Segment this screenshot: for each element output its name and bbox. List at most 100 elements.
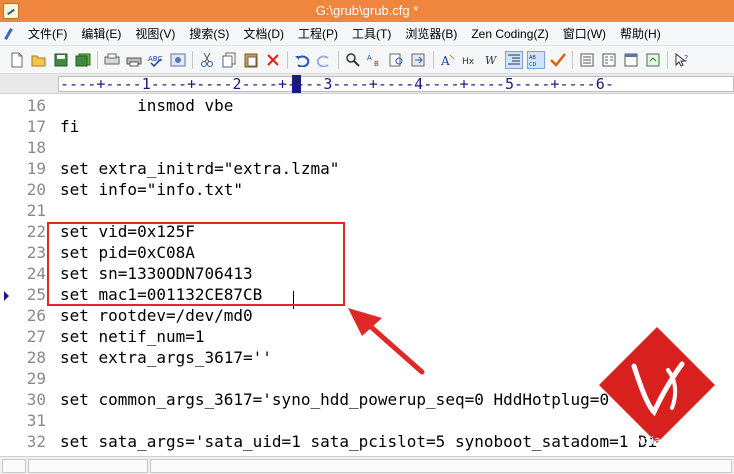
line-number: 19 — [26, 159, 46, 178]
toolbar-separator — [338, 50, 339, 69]
find-in-files-icon[interactable] — [388, 51, 406, 69]
menu-document[interactable]: 文档(D) — [237, 22, 292, 46]
copy-icon[interactable] — [220, 51, 238, 69]
line-number: 30 — [26, 390, 46, 409]
line-number: 18 — [26, 138, 46, 157]
menu-help[interactable]: 帮助(H) — [614, 22, 669, 46]
window-title: G:\grub\grub.cfg * — [315, 3, 419, 18]
print-preview-icon[interactable] — [103, 51, 121, 69]
code-line[interactable]: 16 insmod vbe — [0, 95, 734, 116]
hex-icon[interactable]: Hx — [461, 51, 479, 69]
line-number: 27 — [26, 327, 46, 346]
list-icon[interactable] — [600, 51, 618, 69]
svg-text:Hx: Hx — [462, 57, 475, 67]
ruler-scale: ----+----1----+----2----+----3----+----4… — [60, 75, 614, 93]
cut-icon[interactable] — [198, 51, 216, 69]
line-number: 26 — [26, 306, 46, 325]
ruler-cursor-marker — [292, 75, 301, 93]
line-text[interactable]: set sata_args='sata_uid=1 sata_pcislot=5… — [60, 431, 657, 452]
word-wrap-icon[interactable]: W — [483, 51, 501, 69]
menu-bar: 文件(F) 编辑(E) 视图(V) 搜索(S) 文档(D) 工程(P) 工具(T… — [0, 22, 734, 46]
spellcheck-icon[interactable]: ABC — [147, 51, 165, 69]
menu-search[interactable]: 搜索(S) — [183, 22, 237, 46]
line-number: 23 — [26, 243, 46, 262]
menu-edit[interactable]: 编辑(E) — [75, 22, 129, 46]
line-text[interactable]: set info="info.txt" — [60, 179, 243, 200]
line-text[interactable]: insmod vbe — [60, 95, 233, 116]
line-text[interactable]: set rootdev=/dev/md0 — [60, 305, 253, 326]
outline-icon[interactable] — [578, 51, 596, 69]
svg-text:A: A — [440, 54, 450, 67]
save-icon[interactable] — [52, 51, 70, 69]
print-icon[interactable] — [125, 51, 143, 69]
line-number: 17 — [26, 117, 46, 136]
menu-zen-coding[interactable]: Zen Coding(Z) — [465, 22, 556, 46]
title-bar: G:\grub\grub.cfg * — [0, 0, 734, 22]
line-number: 21 — [26, 201, 46, 220]
preview-icon[interactable] — [169, 51, 187, 69]
code-line[interactable]: 17 fi — [0, 116, 734, 137]
line-number: 22 — [26, 222, 46, 241]
code-line[interactable]: 21 — [0, 200, 734, 221]
annotation-arrow-icon — [348, 308, 425, 375]
line-text[interactable]: set extra_args_3617='' — [60, 347, 272, 368]
toolbar-separator — [433, 50, 434, 69]
menu-browser[interactable]: 浏览器(B) — [399, 22, 465, 46]
menu-project[interactable]: 工程(P) — [292, 22, 346, 46]
line-text[interactable]: set extra_initrd="extra.lzma" — [60, 158, 339, 179]
svg-text:B: B — [374, 60, 379, 67]
column-mode-icon[interactable]: AB CD — [527, 50, 545, 69]
watermark-text: vxia.net — [638, 434, 683, 447]
replace-icon[interactable]: AB — [366, 51, 384, 69]
line-text[interactable]: set netif_num=1 — [60, 326, 205, 347]
open-folder-icon[interactable] — [30, 51, 48, 69]
line-number: 24 — [26, 264, 46, 283]
line-number: 20 — [26, 180, 46, 199]
code-line[interactable]: 18 — [0, 137, 734, 158]
svg-text:AB: AB — [529, 55, 536, 61]
line-number: 29 — [26, 369, 46, 388]
line-number: 31 — [26, 411, 46, 430]
line-text[interactable]: set common_args_3617='syno_hdd_powerup_s… — [60, 389, 657, 410]
svg-text:W: W — [485, 54, 498, 67]
new-file-icon[interactable] — [8, 51, 26, 69]
go-to-icon[interactable] — [410, 51, 428, 69]
check-icon[interactable] — [549, 51, 567, 69]
paste-icon[interactable] — [242, 51, 260, 69]
toolbar: ABC AB A Hx W AB CD ? — [0, 46, 734, 74]
toolbar-separator — [287, 50, 288, 69]
redo-icon[interactable] — [315, 51, 333, 69]
font-icon[interactable]: A — [439, 51, 457, 69]
status-segment — [2, 459, 26, 473]
code-line[interactable]: 20 set info="info.txt" — [0, 179, 734, 200]
menu-file[interactable]: 文件(F) — [22, 22, 75, 46]
help-cursor-icon[interactable]: ? — [673, 51, 691, 69]
status-segment — [150, 459, 732, 473]
svg-text:CD: CD — [529, 62, 536, 67]
menu-window[interactable]: 窗口(W) — [557, 22, 614, 46]
svg-text:A: A — [367, 54, 372, 62]
line-text[interactable]: fi — [60, 116, 79, 137]
save-all-icon[interactable] — [74, 51, 92, 69]
find-icon[interactable] — [344, 51, 362, 69]
menu-grip-icon — [4, 27, 18, 41]
vxia-watermark-logo: vxia.net — [599, 327, 715, 447]
toolbar-separator — [192, 50, 193, 69]
line-number: 32 — [26, 432, 46, 451]
menu-tools[interactable]: 工具(T) — [346, 22, 399, 46]
line-number: 25 — [26, 285, 46, 304]
browser-icon[interactable] — [644, 51, 662, 69]
line-number: 16 — [26, 96, 46, 115]
status-bar — [0, 456, 734, 474]
toolbar-separator — [667, 50, 668, 69]
menu-view[interactable]: 视图(V) — [129, 22, 183, 46]
undo-icon[interactable] — [293, 51, 311, 69]
indent-icon[interactable] — [505, 50, 523, 69]
delete-icon[interactable] — [264, 51, 282, 69]
toolbar-separator — [97, 50, 98, 69]
toolbar-separator — [572, 50, 573, 69]
status-segment — [28, 459, 148, 473]
window-icon[interactable] — [622, 51, 640, 69]
svg-text:?: ? — [684, 54, 688, 63]
code-line[interactable]: 19 set extra_initrd="extra.lzma" — [0, 158, 734, 179]
